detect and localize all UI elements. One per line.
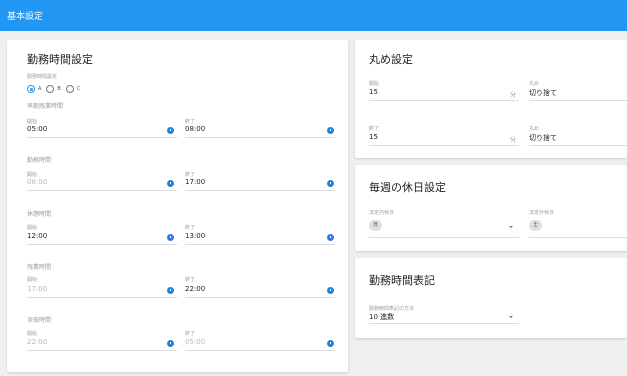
night-label: 深夜時間 <box>27 317 52 324</box>
rounding-start-label: 開始 <box>369 81 380 87</box>
rounding-end-underline <box>529 145 627 146</box>
early-start-underline <box>27 137 177 138</box>
overtime-start-clock-icon[interactable] <box>167 287 174 294</box>
rounding-start-mode-underline <box>529 100 627 101</box>
regular-start-underline <box>27 190 177 191</box>
early-overtime-label: 早朝残業時間 <box>27 103 64 110</box>
extra-holiday-chip[interactable]: 土 <box>529 220 542 231</box>
rounding-end-input[interactable]: 15 <box>369 133 378 141</box>
rounding-end-unit: 分 <box>510 137 517 144</box>
rounding-start-mode-label: 丸め <box>529 81 540 87</box>
regular-start-label: 開始 <box>27 172 38 178</box>
legal-holiday-label: 法定内休日 <box>369 210 395 216</box>
radio-option-a[interactable] <box>27 85 35 93</box>
regular-start-clock-icon[interactable] <box>167 180 174 187</box>
break-start-label: 開始 <box>27 225 38 231</box>
night-end-underline <box>185 350 335 351</box>
regular-end-clock-icon[interactable] <box>327 180 334 187</box>
app-bar: 基本設定 <box>0 0 627 31</box>
radio-option-c[interactable] <box>65 85 74 93</box>
work-hours-title: 勤務時間設定 <box>27 53 93 66</box>
break-end-label: 終了 <box>185 225 196 231</box>
overtime-start-label: 開始 <box>27 277 38 283</box>
break-label: 休憩時間 <box>27 211 52 218</box>
night-end-label: 終了 <box>185 331 196 337</box>
rounding-title: 丸め設定 <box>369 53 413 66</box>
extra-holiday-label: 法定外休日 <box>529 210 555 216</box>
overtime-end-clock-icon[interactable] <box>327 287 334 294</box>
regular-end-label: 終了 <box>185 172 196 178</box>
rounding-end-mode-label: 丸め <box>529 126 540 132</box>
rounding-start-mode-select[interactable]: 切り捨て <box>529 88 557 98</box>
rounding-card: 丸め設定 <box>355 40 627 158</box>
rounding-end-underline <box>369 145 519 146</box>
early-start-label: 開始 <box>27 119 38 125</box>
holiday-title: 毎週の休日設定 <box>369 181 446 194</box>
rounding-start-input[interactable]: 15 <box>369 88 378 96</box>
radio-label-a: A <box>38 86 42 92</box>
early-end-underline <box>185 137 335 138</box>
night-start-input[interactable]: 22:00 <box>27 338 47 346</box>
pattern-radio-group: A B C <box>27 85 85 93</box>
rounding-end-mode-select[interactable]: 切り捨て <box>529 133 557 143</box>
regular-start-input[interactable]: 08:00 <box>27 178 47 186</box>
early-end-clock-icon[interactable] <box>327 127 334 134</box>
break-end-underline <box>185 244 335 245</box>
rounding-start-underline <box>369 100 519 101</box>
rounding-start-unit: 分 <box>510 92 517 99</box>
break-end-input[interactable]: 13:00 <box>185 232 205 240</box>
night-start-underline <box>27 350 177 351</box>
overtime-start-input[interactable]: 17:00 <box>27 285 47 293</box>
display-method-label: 勤務時間表記の方法 <box>369 306 415 312</box>
overtime-start-underline <box>27 297 177 298</box>
display-method-dropdown-icon[interactable] <box>509 316 513 318</box>
overtime-end-underline <box>185 297 335 298</box>
app-title: 基本設定 <box>7 12 44 22</box>
night-end-clock-icon[interactable] <box>327 340 334 347</box>
break-start-input[interactable]: 12:00 <box>27 232 47 240</box>
pattern-label: 勤務時間設定 <box>27 74 58 80</box>
overtime-label: 残業時間 <box>27 264 52 271</box>
early-end-input[interactable]: 08:00 <box>185 125 205 133</box>
early-start-clock-icon[interactable] <box>167 127 174 134</box>
legal-holiday-dropdown-icon[interactable] <box>509 226 513 228</box>
break-start-clock-icon[interactable] <box>167 234 174 241</box>
radio-option-b[interactable] <box>46 85 55 93</box>
regular-end-underline <box>185 190 335 191</box>
display-title: 勤務時間表記 <box>369 274 435 287</box>
radio-label-c: C <box>76 86 81 92</box>
night-start-label: 開始 <box>27 331 38 337</box>
legal-holiday-chip[interactable]: 日 <box>369 220 382 231</box>
night-start-clock-icon[interactable] <box>167 340 174 347</box>
holiday-card: 毎週の休日設定 <box>355 165 627 251</box>
display-method-select[interactable]: 10 進数 <box>369 312 394 322</box>
early-start-input[interactable]: 05:00 <box>27 125 47 133</box>
radio-label-b: B <box>57 86 61 92</box>
break-end-clock-icon[interactable] <box>327 234 334 241</box>
display-method-underline <box>369 323 519 324</box>
legal-holiday-underline <box>369 237 519 238</box>
overtime-end-input[interactable]: 22:00 <box>185 285 205 293</box>
rounding-end-label: 終了 <box>369 126 380 132</box>
overtime-end-label: 終了 <box>185 277 196 283</box>
break-start-underline <box>27 244 177 245</box>
display-card: 勤務時間表記 <box>355 258 627 338</box>
night-end-input[interactable]: 05:00 <box>185 338 205 346</box>
regular-hours-label: 勤務時間 <box>27 157 52 164</box>
regular-end-input[interactable]: 17:00 <box>185 178 205 186</box>
early-end-label: 終了 <box>185 119 196 125</box>
extra-holiday-underline <box>529 237 627 238</box>
